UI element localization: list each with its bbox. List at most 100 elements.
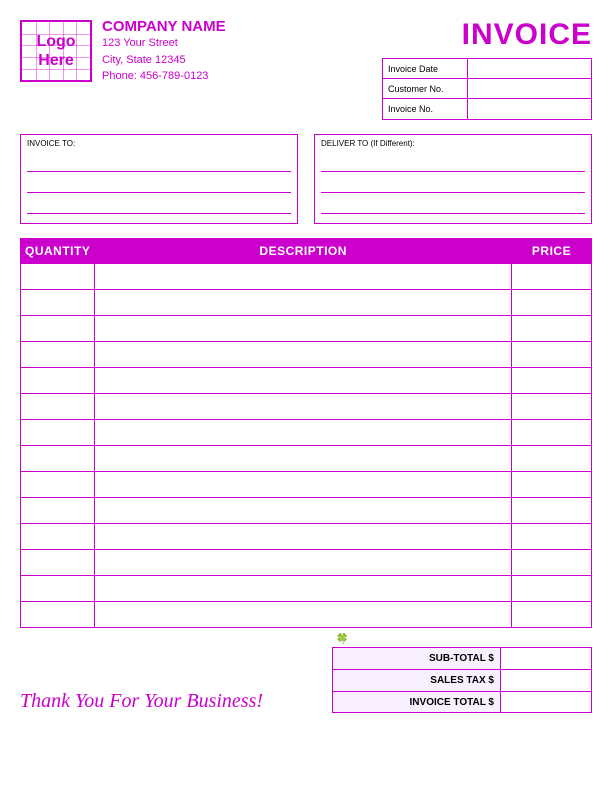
address-section: INVOICE TO: DELIVER TO (If Different):	[20, 134, 592, 224]
price-cell[interactable]	[512, 368, 592, 394]
table-row	[21, 394, 592, 420]
invoice-to-line-3[interactable]	[27, 196, 291, 214]
price-cell[interactable]	[512, 420, 592, 446]
qty-cell[interactable]	[21, 472, 95, 498]
header-quantity: QUANTITY	[21, 239, 95, 264]
price-cell[interactable]	[512, 576, 592, 602]
invoice-fields: Invoice Date Customer No. Invoice No.	[382, 58, 592, 120]
price-cell[interactable]	[512, 602, 592, 628]
salestax-value[interactable]	[501, 670, 591, 691]
customer-no-row: Customer No.	[383, 79, 591, 99]
invoice-date-label: Invoice Date	[383, 59, 468, 78]
invoice-date-row: Invoice Date	[383, 59, 591, 79]
invoice-page: Logo Here COMPANY NAME 123 Your Street C…	[0, 0, 612, 792]
table-row	[21, 264, 592, 290]
qty-cell[interactable]	[21, 290, 95, 316]
qty-cell[interactable]	[21, 446, 95, 472]
qty-cell[interactable]	[21, 316, 95, 342]
totals-area: 🍀 SUB-TOTAL $ SALES TAX $ INVOICE TOTAL …	[332, 634, 592, 713]
invoice-title: INVOICE	[462, 18, 592, 52]
invoice-no-label: Invoice No.	[383, 99, 468, 119]
price-cell[interactable]	[512, 316, 592, 342]
header-left: Logo Here COMPANY NAME 123 Your Street C…	[20, 18, 226, 85]
company-address-2: City, State 12345	[102, 52, 226, 69]
price-cell[interactable]	[512, 446, 592, 472]
desc-cell[interactable]	[95, 420, 512, 446]
invoicetotal-label: INVOICE TOTAL $	[333, 692, 501, 712]
desc-cell[interactable]	[95, 576, 512, 602]
price-cell[interactable]	[512, 394, 592, 420]
invoice-table: QUANTITY DESCRIPTION PRICE	[20, 238, 592, 628]
invoice-no-row: Invoice No.	[383, 99, 591, 119]
invoicetotal-value[interactable]	[501, 692, 591, 712]
deliver-to-line-2[interactable]	[321, 175, 585, 193]
subtotal-label: SUB-TOTAL $	[333, 648, 501, 669]
subtotal-row: SUB-TOTAL $	[332, 647, 592, 669]
table-row	[21, 290, 592, 316]
desc-cell[interactable]	[95, 602, 512, 628]
desc-cell[interactable]	[95, 472, 512, 498]
desc-cell[interactable]	[95, 290, 512, 316]
price-cell[interactable]	[512, 342, 592, 368]
table-row	[21, 420, 592, 446]
table-row	[21, 550, 592, 576]
table-row	[21, 524, 592, 550]
company-phone: Phone: 456-789-0123	[102, 68, 226, 85]
table-row	[21, 446, 592, 472]
invoice-to-line-1[interactable]	[27, 154, 291, 172]
table-row	[21, 602, 592, 628]
price-cell[interactable]	[512, 264, 592, 290]
header-description: DESCRIPTION	[95, 239, 512, 264]
qty-cell[interactable]	[21, 550, 95, 576]
qty-cell[interactable]	[21, 524, 95, 550]
price-cell[interactable]	[512, 472, 592, 498]
desc-cell[interactable]	[95, 342, 512, 368]
logo-text: Logo Here	[36, 32, 75, 70]
desc-cell[interactable]	[95, 394, 512, 420]
invoice-to-label: INVOICE TO:	[27, 139, 291, 148]
desc-cell[interactable]	[95, 316, 512, 342]
qty-cell[interactable]	[21, 576, 95, 602]
totals-logo-row: 🍀	[332, 634, 592, 645]
invoice-date-value[interactable]	[468, 59, 591, 78]
invoice-to-line-2[interactable]	[27, 175, 291, 193]
qty-cell[interactable]	[21, 420, 95, 446]
price-cell[interactable]	[512, 550, 592, 576]
table-row	[21, 368, 592, 394]
invoice-no-value[interactable]	[468, 99, 591, 119]
desc-cell[interactable]	[95, 264, 512, 290]
company-info: COMPANY NAME 123 Your Street City, State…	[102, 18, 226, 85]
header-price: PRICE	[512, 239, 592, 264]
table-row	[21, 498, 592, 524]
invoice-to-box: INVOICE TO:	[20, 134, 298, 224]
header-right: INVOICE Invoice Date Customer No. Invoic…	[382, 18, 592, 120]
company-name: COMPANY NAME	[102, 18, 226, 35]
desc-cell[interactable]	[95, 446, 512, 472]
salestax-label: SALES TAX $	[333, 670, 501, 691]
customer-no-value[interactable]	[468, 79, 591, 98]
header: Logo Here COMPANY NAME 123 Your Street C…	[20, 18, 592, 120]
desc-cell[interactable]	[95, 498, 512, 524]
deliver-to-line-3[interactable]	[321, 196, 585, 214]
desc-cell[interactable]	[95, 550, 512, 576]
qty-cell[interactable]	[21, 394, 95, 420]
customer-no-label: Customer No.	[383, 79, 468, 98]
qty-cell[interactable]	[21, 602, 95, 628]
salestax-row: SALES TAX $	[332, 669, 592, 691]
thank-you-text: Thank You For Your Business!	[20, 690, 263, 713]
price-cell[interactable]	[512, 290, 592, 316]
footer-section: Thank You For Your Business! 🍀 SUB-TOTAL…	[20, 634, 592, 713]
desc-cell[interactable]	[95, 368, 512, 394]
table-row	[21, 576, 592, 602]
qty-cell[interactable]	[21, 264, 95, 290]
desc-cell[interactable]	[95, 524, 512, 550]
subtotal-value[interactable]	[501, 648, 591, 669]
price-cell[interactable]	[512, 498, 592, 524]
qty-cell[interactable]	[21, 342, 95, 368]
deliver-to-line-1[interactable]	[321, 154, 585, 172]
table-body	[21, 264, 592, 628]
price-cell[interactable]	[512, 524, 592, 550]
qty-cell[interactable]	[21, 498, 95, 524]
table-row	[21, 316, 592, 342]
qty-cell[interactable]	[21, 368, 95, 394]
